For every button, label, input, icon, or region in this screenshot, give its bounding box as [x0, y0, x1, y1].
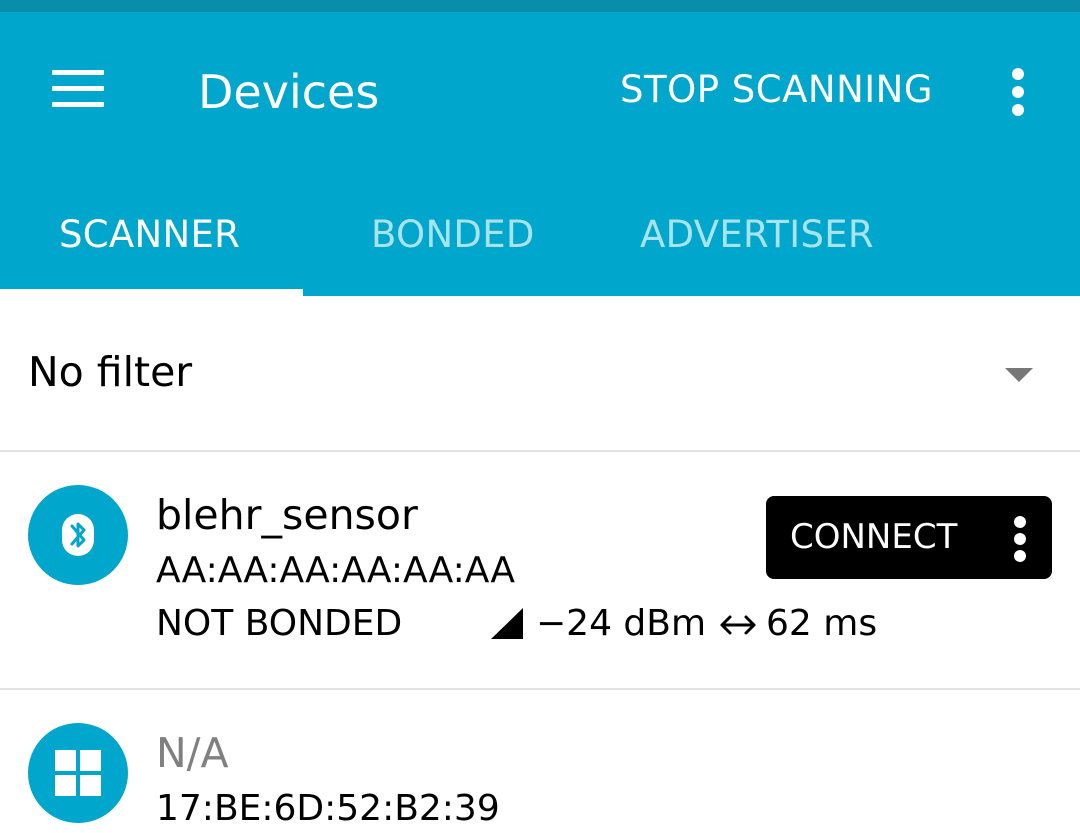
page-title: Devices: [198, 65, 380, 119]
tab-scanner[interactable]: SCANNER: [59, 212, 240, 258]
connect-button[interactable]: CONNECT: [766, 496, 1052, 579]
more-vert-icon[interactable]: [996, 64, 1040, 142]
tab-advertiser[interactable]: ADVERTISER: [640, 212, 874, 258]
menu-icon[interactable]: [38, 62, 116, 114]
tab-bonded[interactable]: BONDED: [371, 212, 535, 258]
interval-arrows-icon: [720, 615, 756, 635]
connect-more-icon: [1014, 516, 1026, 528]
device-address: AA:AA:AA:AA:AA:AA: [156, 550, 516, 591]
signal-strength-icon: [491, 608, 523, 639]
device-name: N/A: [156, 729, 229, 777]
dropdown-arrow-icon: [1005, 368, 1033, 382]
device-list-item[interactable]: N/A 17:BE:6D:52:B2:39: [0, 690, 1080, 833]
device-name: blehr_sensor: [156, 491, 418, 539]
connect-more-icon-dot: [1014, 533, 1026, 545]
device-interval: 62 ms: [766, 603, 878, 644]
connect-button-label: CONNECT: [790, 517, 958, 557]
status-bar: [0, 0, 1080, 12]
filter-dropdown[interactable]: No filter: [0, 300, 1080, 450]
filter-selected-value: No filter: [28, 348, 193, 396]
tab-bar: SCANNER BONDED ADVERTISER: [0, 176, 1080, 296]
device-address: 17:BE:6D:52:B2:39: [156, 788, 500, 829]
windows-icon: [28, 723, 128, 823]
tab-indicator: [0, 289, 303, 296]
bluetooth-icon: [28, 485, 128, 585]
stop-scanning-button[interactable]: STOP SCANNING: [620, 67, 933, 113]
device-rssi: −24 dBm: [536, 603, 707, 644]
device-bond-state: NOT BONDED: [156, 603, 403, 644]
connect-more-icon-dot: [1014, 550, 1026, 562]
device-list-item[interactable]: blehr_sensor AA:AA:AA:AA:AA:AA NOT BONDE…: [0, 452, 1080, 688]
